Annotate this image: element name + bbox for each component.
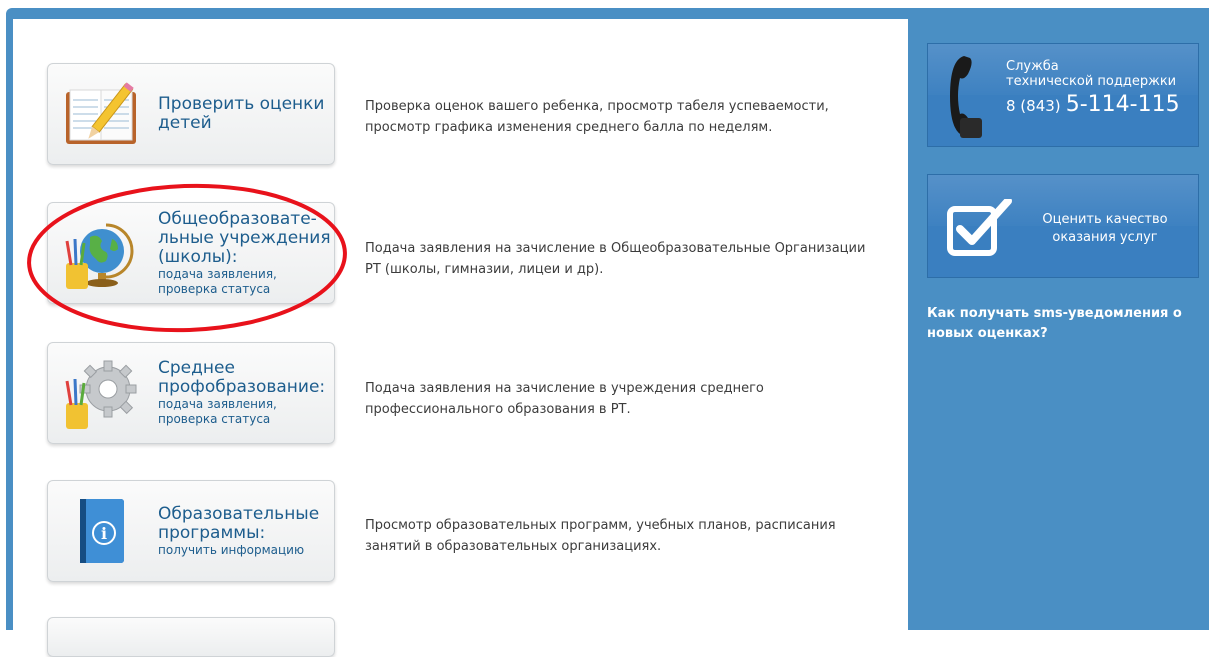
support-subtitle: технической поддержки bbox=[1006, 74, 1177, 89]
rate-line-2: оказания услуг bbox=[1052, 230, 1158, 245]
service-title: Образовательные программы: bbox=[158, 503, 320, 543]
check-grades-text: Проверить оценки детей bbox=[158, 64, 334, 164]
info-book-icon: i bbox=[62, 495, 140, 569]
gear-pencils-icon bbox=[62, 357, 140, 431]
schools-application-button[interactable]: Общеобразовате-льные учреждения (школы):… bbox=[47, 202, 335, 304]
service-description: Подача заявления на зачисление в учрежде… bbox=[365, 381, 764, 417]
rate-line-1: Оценить качество bbox=[1042, 212, 1168, 227]
service-button-partial[interactable] bbox=[47, 617, 335, 657]
support-text: Служба технической поддержки 8 (843) 5-1… bbox=[1006, 59, 1180, 118]
support-title: Служба bbox=[1006, 59, 1059, 74]
service-description: Подача заявления на зачисление в Общеобр… bbox=[365, 241, 866, 277]
vocational-education-text: Среднее профобразование: подача заявлени… bbox=[158, 343, 334, 443]
tech-support-banner[interactable]: Служба технической поддержки 8 (843) 5-1… bbox=[927, 43, 1199, 147]
check-grades-button[interactable]: Проверить оценки детей bbox=[47, 63, 335, 165]
service-title: Среднее профобразование: bbox=[158, 358, 326, 397]
vocational-education-button[interactable]: Среднее профобразование: подача заявлени… bbox=[47, 342, 335, 444]
svg-text:i: i bbox=[101, 524, 107, 543]
telephone-handset-icon bbox=[950, 56, 982, 138]
service-title: Проверить оценки детей bbox=[158, 94, 325, 133]
schools-application-text: Общеобразовате-льные учреждения (школы):… bbox=[158, 203, 334, 303]
gradebook-pencil-icon bbox=[62, 78, 140, 152]
education-programs-text: Образовательные программы: получить инфо… bbox=[158, 481, 334, 581]
support-phone: 8 (843) 5-114-115 bbox=[1006, 92, 1180, 117]
rate-quality-text: Оценить качество оказания услуг bbox=[1030, 211, 1180, 247]
service-description: Просмотр образовательных программ, учебн… bbox=[365, 518, 836, 554]
service-title: Общеобразовате-льные учреждения (школы): bbox=[158, 208, 331, 267]
rate-quality-banner[interactable]: Оценить качество оказания услуг bbox=[927, 174, 1199, 278]
phone-prefix: 8 (843) bbox=[1006, 97, 1061, 115]
service-description: Проверка оценок вашего ребенка, просмотр… bbox=[365, 99, 829, 135]
sms-notifications-link[interactable]: Как получать sms-уведомления о новых оце… bbox=[927, 304, 1203, 344]
phone-number: 5-114-115 bbox=[1065, 92, 1180, 117]
service-subtitle: подача заявления, проверка статуса bbox=[158, 397, 277, 426]
checkbox-icon bbox=[947, 199, 1012, 256]
service-subtitle: получить информацию bbox=[158, 542, 305, 557]
education-programs-button[interactable]: i Образовательные программы: получить ин… bbox=[47, 480, 335, 582]
service-subtitle: подача заявления, проверка статуса bbox=[158, 266, 277, 296]
globe-pencils-icon bbox=[62, 217, 140, 291]
